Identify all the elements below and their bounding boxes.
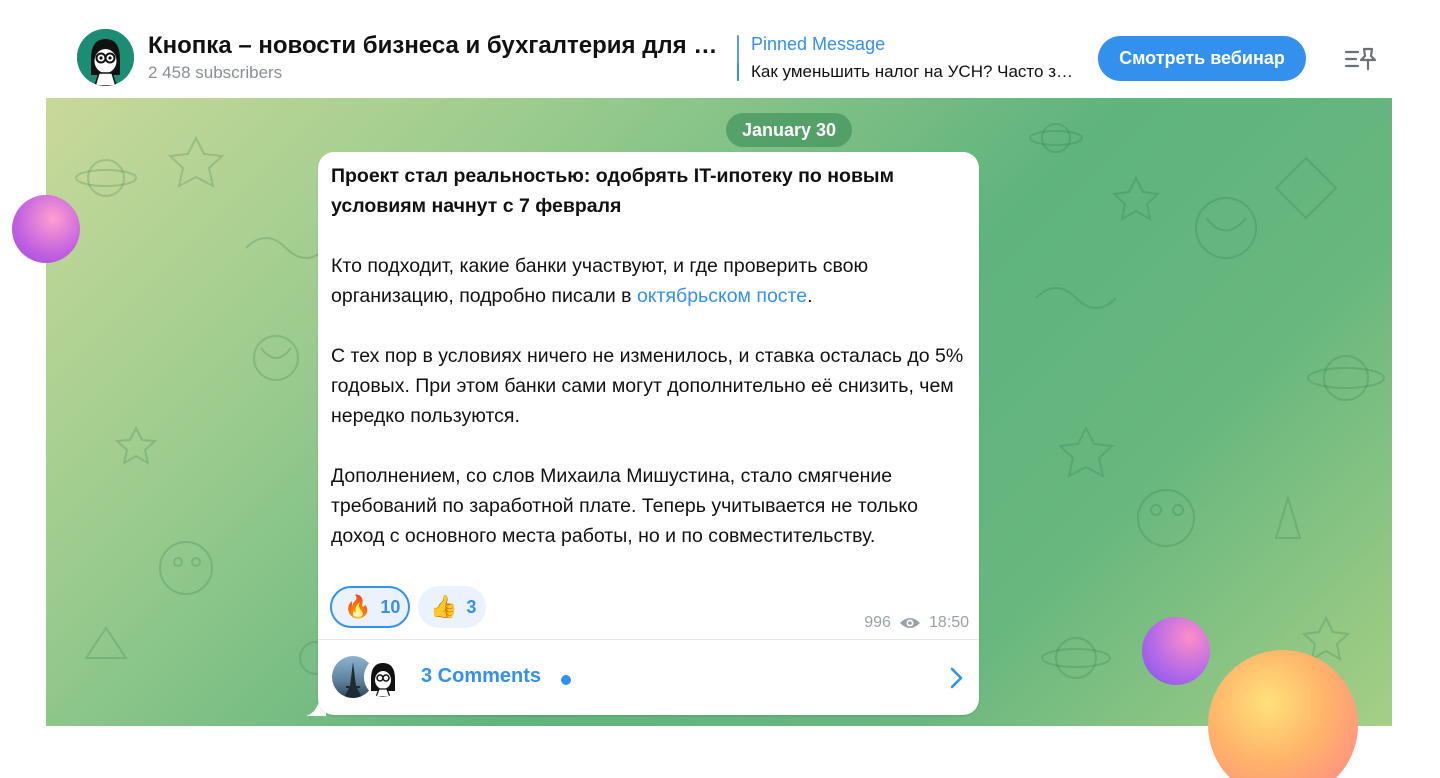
post-meta: 996 18:50 xyxy=(864,614,969,632)
thumbs-up-icon: 👍 xyxy=(430,594,458,619)
decorative-sphere xyxy=(12,195,80,263)
commenter-illustration xyxy=(364,657,402,697)
comments-button[interactable]: 3 Comments xyxy=(318,640,979,715)
october-post-link[interactable]: октябрьском посте xyxy=(637,285,807,307)
post-title: Проект стал реальностью: одобрять IT-ипо… xyxy=(331,165,895,217)
chat-header: Кнопка – новости бизнеса и бухгалтерия д… xyxy=(0,0,1440,98)
channel-post[interactable]: Проект стал реальностью: одобрять IT-ипо… xyxy=(318,152,979,715)
post-paragraph: С тех пор в условиях ничего не изменилос… xyxy=(331,345,964,427)
pinned-indicator-active xyxy=(737,63,739,81)
channel-avatar-illustration xyxy=(77,29,134,86)
pinned-message[interactable]: Pinned Message Как уменьшить налог на УС… xyxy=(737,33,1082,83)
post-paragraph: Дополнением, со слов Михаила Мишустина, … xyxy=(331,465,919,547)
chevron-right-icon xyxy=(950,667,963,689)
reaction-count: 10 xyxy=(380,596,401,617)
channel-title[interactable]: Кнопка – новости бизнеса и бухгалтерия д… xyxy=(148,32,728,60)
reaction-count: 3 xyxy=(466,596,477,617)
reaction-fire[interactable]: 🔥 10 xyxy=(330,586,410,628)
post-text-span: . xyxy=(807,285,813,307)
pinned-text: Как уменьшить налог на УСН? Часто задава… xyxy=(751,62,1081,81)
pinned-label: Pinned Message xyxy=(751,34,886,54)
fire-icon: 🔥 xyxy=(344,594,372,619)
post-text: Проект стал реальностью: одобрять IT-ипо… xyxy=(331,161,967,551)
reactions-bar: 🔥 10 👍 3 xyxy=(330,586,486,628)
view-count: 996 xyxy=(864,614,891,631)
commenter-avatar xyxy=(364,657,402,697)
comments-label: 3 Comments xyxy=(421,665,542,687)
post-paragraph: Кто подходит, какие банки участвуют, и г… xyxy=(331,251,967,311)
post-time: 18:50 xyxy=(928,614,969,631)
eye-icon xyxy=(899,618,920,628)
decorative-sphere xyxy=(1142,617,1210,685)
watch-webinar-button[interactable]: Смотреть вебинар xyxy=(1098,36,1306,81)
reaction-thumbs-up[interactable]: 👍 3 xyxy=(418,586,486,628)
pinned-messages-icon[interactable] xyxy=(1344,46,1378,72)
date-separator: January 30 xyxy=(726,113,852,147)
channel-avatar[interactable] xyxy=(77,29,134,86)
subscriber-count: 2 458 subscribers xyxy=(148,63,283,82)
unread-dot xyxy=(561,675,571,685)
